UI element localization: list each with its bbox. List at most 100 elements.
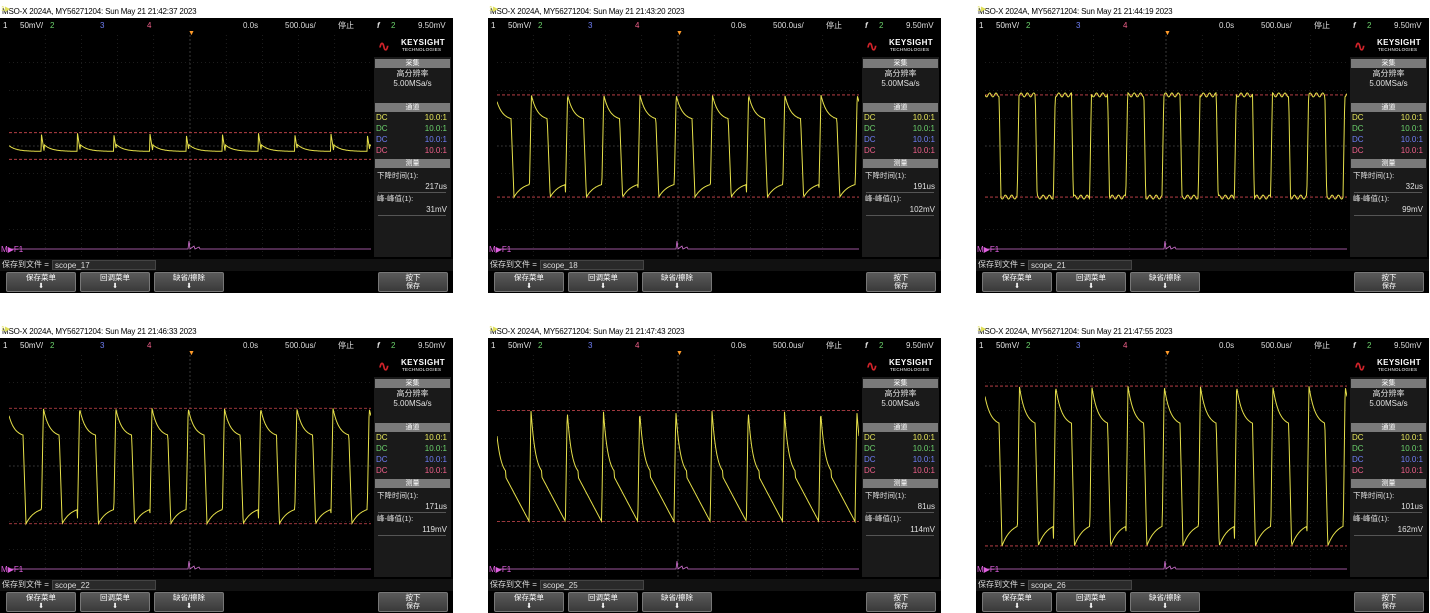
- default-erase-softkey[interactable]: 缺省/擦除 ⬇: [642, 592, 712, 612]
- channels-header[interactable]: 通道: [1351, 103, 1426, 112]
- waveform-display[interactable]: [497, 35, 859, 257]
- ch1-scale[interactable]: 50mV/: [508, 18, 531, 33]
- measure-header[interactable]: 测量: [375, 159, 450, 168]
- acquisition-header[interactable]: 采集: [863, 379, 938, 388]
- ch1-ground-marker[interactable]: 1▶: [977, 5, 986, 13]
- ch3-number[interactable]: 3: [588, 18, 592, 33]
- recall-menu-softkey[interactable]: 回调菜单 ⬇: [80, 592, 150, 612]
- save-file-name-field[interactable]: scope_21: [1028, 260, 1132, 270]
- ch1-ground-marker[interactable]: 1▶: [1, 325, 10, 333]
- ch4-number[interactable]: 4: [147, 338, 151, 353]
- recall-menu-softkey[interactable]: 回调菜单 ⬇: [1056, 272, 1126, 292]
- acquisition-header[interactable]: 采集: [1351, 59, 1426, 68]
- waveform-display[interactable]: [9, 355, 371, 577]
- recall-menu-softkey[interactable]: 回调菜单 ⬇: [568, 592, 638, 612]
- press-to-save-softkey[interactable]: 按下 保存: [866, 272, 936, 292]
- ch1-ground-marker[interactable]: 1▶: [1, 5, 10, 13]
- recall-menu-softkey[interactable]: 回调菜单 ⬇: [80, 272, 150, 292]
- ch2-number[interactable]: 2: [50, 338, 54, 353]
- ch1-number[interactable]: 1: [491, 18, 495, 33]
- math-f1-marker[interactable]: M▶F1: [1, 565, 23, 574]
- measure-header[interactable]: 测量: [863, 479, 938, 488]
- press-to-save-softkey[interactable]: 按下 保存: [378, 592, 448, 612]
- trigger-level[interactable]: 9.50mV: [418, 18, 446, 33]
- time-position[interactable]: 0.0s: [731, 18, 746, 33]
- trigger-source[interactable]: 2: [391, 18, 395, 33]
- time-position[interactable]: 0.0s: [1219, 18, 1234, 33]
- save-menu-softkey[interactable]: 保存菜单 ⬇: [494, 272, 564, 292]
- save-file-name-field[interactable]: scope_17: [52, 260, 156, 270]
- trigger-level[interactable]: 9.50mV: [1394, 338, 1422, 353]
- ch1-number[interactable]: 1: [3, 18, 7, 33]
- ch4-number[interactable]: 4: [635, 18, 639, 33]
- ch4-number[interactable]: 4: [1123, 338, 1127, 353]
- ch2-number[interactable]: 2: [538, 18, 542, 33]
- ch4-number[interactable]: 4: [1123, 18, 1127, 33]
- save-file-name-field[interactable]: scope_22: [52, 580, 156, 590]
- save-file-name-field[interactable]: scope_26: [1028, 580, 1132, 590]
- save-menu-softkey[interactable]: 保存菜单 ⬇: [6, 592, 76, 612]
- waveform-display[interactable]: [985, 35, 1347, 257]
- ch3-number[interactable]: 3: [1076, 18, 1080, 33]
- waveform-display[interactable]: [9, 35, 371, 257]
- save-file-name-field[interactable]: scope_18: [540, 260, 644, 270]
- ch1-scale[interactable]: 50mV/: [996, 338, 1019, 353]
- channels-header[interactable]: 通道: [375, 423, 450, 432]
- math-f1-marker[interactable]: M▶F1: [489, 565, 511, 574]
- ch3-number[interactable]: 3: [1076, 338, 1080, 353]
- ch1-ground-marker[interactable]: 1▶: [977, 325, 986, 333]
- ch4-number[interactable]: 4: [635, 338, 639, 353]
- save-menu-softkey[interactable]: 保存菜单 ⬇: [982, 272, 1052, 292]
- press-to-save-softkey[interactable]: 按下 保存: [866, 592, 936, 612]
- math-f1-marker[interactable]: M▶F1: [489, 245, 511, 254]
- recall-menu-softkey[interactable]: 回调菜单 ⬇: [568, 272, 638, 292]
- run-state[interactable]: 停止: [826, 18, 842, 33]
- ch3-number[interactable]: 3: [100, 18, 104, 33]
- default-erase-softkey[interactable]: 缺省/擦除 ⬇: [1130, 592, 1200, 612]
- channels-header[interactable]: 通道: [863, 103, 938, 112]
- trigger-source[interactable]: 2: [879, 338, 883, 353]
- default-erase-softkey[interactable]: 缺省/擦除 ⬇: [1130, 272, 1200, 292]
- trigger-source[interactable]: 2: [879, 18, 883, 33]
- press-to-save-softkey[interactable]: 按下 保存: [1354, 272, 1424, 292]
- time-position[interactable]: 0.0s: [1219, 338, 1234, 353]
- run-state[interactable]: 停止: [338, 18, 354, 33]
- acquisition-header[interactable]: 采集: [1351, 379, 1426, 388]
- measure-header[interactable]: 测量: [1351, 159, 1426, 168]
- save-menu-softkey[interactable]: 保存菜单 ⬇: [494, 592, 564, 612]
- acquisition-header[interactable]: 采集: [375, 379, 450, 388]
- time-scale[interactable]: 500.0us/: [773, 18, 804, 33]
- measure-header[interactable]: 测量: [1351, 479, 1426, 488]
- ch1-scale[interactable]: 50mV/: [508, 338, 531, 353]
- ch2-number[interactable]: 2: [1026, 18, 1030, 33]
- press-to-save-softkey[interactable]: 按下 保存: [1354, 592, 1424, 612]
- time-position[interactable]: 0.0s: [731, 338, 746, 353]
- time-scale[interactable]: 500.0us/: [773, 338, 804, 353]
- trigger-level[interactable]: 9.50mV: [906, 338, 934, 353]
- press-to-save-softkey[interactable]: 按下 保存: [378, 272, 448, 292]
- channels-header[interactable]: 通道: [1351, 423, 1426, 432]
- time-position[interactable]: 0.0s: [243, 338, 258, 353]
- run-state[interactable]: 停止: [1314, 338, 1330, 353]
- math-f1-marker[interactable]: M▶F1: [977, 565, 999, 574]
- acquisition-header[interactable]: 采集: [863, 59, 938, 68]
- ch2-number[interactable]: 2: [538, 338, 542, 353]
- waveform-display[interactable]: [497, 355, 859, 577]
- save-menu-softkey[interactable]: 保存菜单 ⬇: [982, 592, 1052, 612]
- default-erase-softkey[interactable]: 缺省/擦除 ⬇: [642, 272, 712, 292]
- trigger-level[interactable]: 9.50mV: [1394, 18, 1422, 33]
- ch1-scale[interactable]: 50mV/: [20, 18, 43, 33]
- time-scale[interactable]: 500.0us/: [1261, 338, 1292, 353]
- default-erase-softkey[interactable]: 缺省/擦除 ⬇: [154, 272, 224, 292]
- default-erase-softkey[interactable]: 缺省/擦除 ⬇: [154, 592, 224, 612]
- run-state[interactable]: 停止: [826, 338, 842, 353]
- math-f1-marker[interactable]: M▶F1: [977, 245, 999, 254]
- ch3-number[interactable]: 3: [588, 338, 592, 353]
- trigger-source[interactable]: 2: [391, 338, 395, 353]
- ch1-ground-marker[interactable]: 1▶: [489, 5, 498, 13]
- ch1-number[interactable]: 1: [979, 18, 983, 33]
- measure-header[interactable]: 测量: [863, 159, 938, 168]
- time-scale[interactable]: 500.0us/: [285, 338, 316, 353]
- channels-header[interactable]: 通道: [863, 423, 938, 432]
- save-file-name-field[interactable]: scope_25: [540, 580, 644, 590]
